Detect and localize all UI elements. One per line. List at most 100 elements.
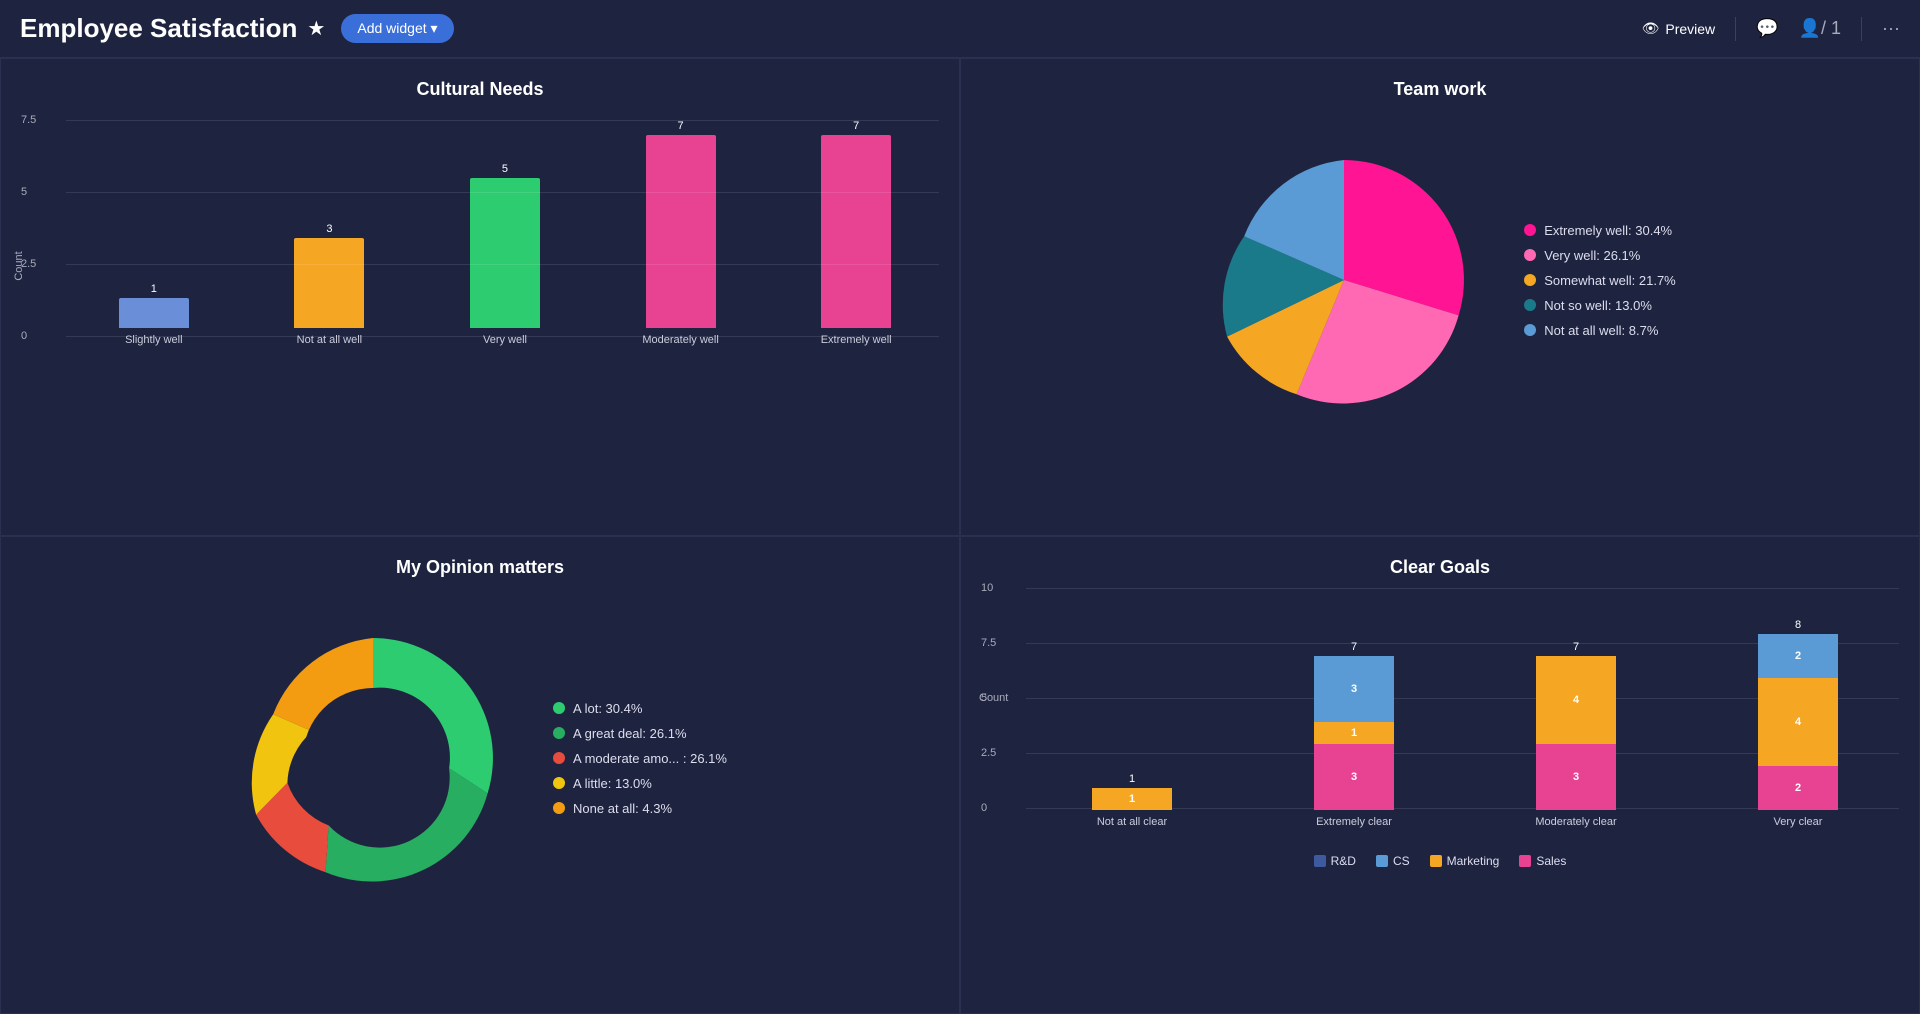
team-work-legend: Extremely well: 30.4% Very well: 26.1% S… [1524, 223, 1676, 338]
stacked-bar-extremely-clear: 7 3 1 3 Extremely clear [1253, 608, 1455, 828]
bar-group: 1 Slightly well 3 Not at all well 5 Very… [71, 120, 939, 346]
more-icon[interactable]: ··· [1882, 18, 1900, 39]
legend-label-a-lot: A lot: 30.4% [573, 701, 642, 716]
legend-dot-extremely-well [1524, 224, 1536, 236]
segment-sales-vc: 2 [1758, 766, 1838, 810]
legend-dot-rd [1314, 855, 1326, 867]
segment-marketing-1: 1 [1092, 788, 1172, 810]
y-label-0: 0 [21, 330, 27, 342]
bar-value-extremely-well: 7 [853, 120, 859, 132]
chat-icon[interactable]: 💬 [1756, 18, 1778, 39]
y-axis-count-label: Count [13, 251, 25, 280]
legend-dot-cs [1376, 855, 1388, 867]
bar-value-moderately-well: 7 [678, 120, 684, 132]
total-very-clear: 8 [1795, 619, 1801, 631]
header-divider [1735, 17, 1736, 41]
stacked-bar-not-at-all-clear: 1 1 Not at all clear [1031, 608, 1233, 828]
star-icon[interactable]: ★ [307, 16, 325, 41]
cg-count-label: Count [979, 692, 1008, 704]
legend-dot-not-so-well [1524, 299, 1536, 311]
legend-dot-none [553, 802, 565, 814]
y-label-7.5: 7.5 [981, 637, 996, 649]
bar-label-moderately-clear: Moderately clear [1535, 816, 1616, 828]
preview-button[interactable]: 👁 Preview [1642, 20, 1716, 37]
opinion-matters-title: My Opinion matters [21, 557, 939, 578]
bar-stack-very-clear: 2 4 2 [1758, 634, 1838, 810]
bar-stack-moderately-clear: 3 4 [1536, 656, 1616, 810]
total-not-at-all-clear: 1 [1129, 773, 1135, 785]
cultural-needs-panel: Cultural Needs 7.5 5 2.5 0 Count 1 Sligh… [0, 58, 960, 536]
legend-dot-somewhat-well [1524, 274, 1536, 286]
team-work-chart: Extremely well: 30.4% Very well: 26.1% S… [981, 110, 1899, 450]
legend-cs: CS [1376, 854, 1410, 868]
header-divider-2 [1861, 17, 1862, 41]
stacked-bar-moderately-clear: 7 3 4 Moderately clear [1475, 608, 1677, 828]
y-line-10 [1026, 588, 1899, 589]
segment-marketing-mc: 4 [1536, 656, 1616, 744]
y-label-5: 5 [21, 186, 27, 198]
segment-cs-vc: 2 [1758, 634, 1838, 678]
bar-value-not-at-all-well: 3 [326, 223, 332, 235]
users-icon[interactable]: 👤/ 1 [1799, 18, 1841, 39]
legend-dot-marketing [1430, 855, 1442, 867]
segment-sales-ec: 3 [1314, 744, 1394, 810]
team-work-pie [1204, 140, 1484, 420]
bar-stack-extremely-clear: 3 1 3 [1314, 656, 1394, 810]
team-work-title: Team work [981, 79, 1899, 100]
bar-label-extremely-clear: Extremely clear [1316, 816, 1392, 828]
bar-slightly-well [119, 298, 189, 328]
cultural-needs-title: Cultural Needs [21, 79, 939, 100]
legend-label-somewhat-well: Somewhat well: 21.7% [1544, 273, 1676, 288]
bar-stack-not-at-all-clear: 1 [1092, 788, 1172, 810]
y-label-7.5: 7.5 [21, 114, 36, 126]
segment-sales-mc: 3 [1536, 744, 1616, 810]
y-label-2.5: 2.5 [981, 747, 996, 759]
legend-not-so-well: Not so well: 13.0% [1524, 298, 1676, 313]
bar-very-well [470, 178, 540, 328]
segment-marketing-vc: 4 [1758, 678, 1838, 766]
legend-dot-a-lot [553, 702, 565, 714]
header-right: 👁 Preview 💬 👤/ 1 ··· [1642, 17, 1900, 41]
add-widget-button[interactable]: Add widget ▾ [341, 14, 453, 43]
bar-label-not-at-all-clear: Not at all clear [1097, 816, 1167, 828]
bar-value-slightly-well: 1 [151, 283, 157, 295]
legend-dot-very-well [1524, 249, 1536, 261]
legend-moderate: A moderate amo... : 26.1% [553, 751, 727, 766]
opinion-legend: A lot: 30.4% A great deal: 26.1% A moder… [553, 701, 727, 816]
legend-dot-a-little [553, 777, 565, 789]
bar-extremely-well [821, 135, 891, 328]
legend-rd: R&D [1314, 854, 1356, 868]
bar-item-very-well: 5 Very well [422, 120, 588, 346]
opinion-matters-panel: My Opinion matters [0, 536, 960, 1014]
y-label-0-cg: 0 [981, 802, 987, 814]
legend-none-at-all: None at all: 4.3% [553, 801, 727, 816]
legend-marketing: Marketing [1430, 854, 1500, 868]
legend-sales: Sales [1519, 854, 1566, 868]
opinion-matters-chart: A lot: 30.4% A great deal: 26.1% A moder… [21, 588, 939, 928]
legend-label-not-at-all-well: Not at all well: 8.7% [1544, 323, 1658, 338]
legend-dot-not-at-all-well [1524, 324, 1536, 336]
preview-label: Preview [1665, 21, 1715, 37]
legend-label-marketing: Marketing [1447, 854, 1500, 868]
cultural-needs-chart: 7.5 5 2.5 0 Count 1 Slightly well 3 [21, 110, 939, 410]
stacked-bar-very-clear: 8 2 4 2 Very clear [1697, 608, 1899, 828]
legend-label-rd: R&D [1331, 854, 1356, 868]
opinion-donut [233, 618, 513, 898]
legend-dot-great-deal [553, 727, 565, 739]
team-work-panel: Team work [960, 58, 1920, 536]
clear-goals-legend: R&D CS Marketing Sales [981, 854, 1899, 868]
legend-very-well: Very well: 26.1% [1524, 248, 1676, 263]
legend-a-lot: A lot: 30.4% [553, 701, 727, 716]
bar-item-not-at-all-well: 3 Not at all well [247, 120, 413, 346]
eye-icon: 👁 [1642, 20, 1660, 37]
y-line-2.5 [66, 264, 939, 265]
y-line-0 [66, 336, 939, 337]
legend-label-great-deal: A great deal: 26.1% [573, 726, 686, 741]
legend-label-cs: CS [1393, 854, 1410, 868]
legend-great-deal: A great deal: 26.1% [553, 726, 727, 741]
legend-label-sales: Sales [1536, 854, 1566, 868]
y-line-7.5 [66, 120, 939, 121]
bar-label-very-clear: Very clear [1774, 816, 1823, 828]
legend-dot-moderate [553, 752, 565, 764]
legend-extremely-well: Extremely well: 30.4% [1524, 223, 1676, 238]
